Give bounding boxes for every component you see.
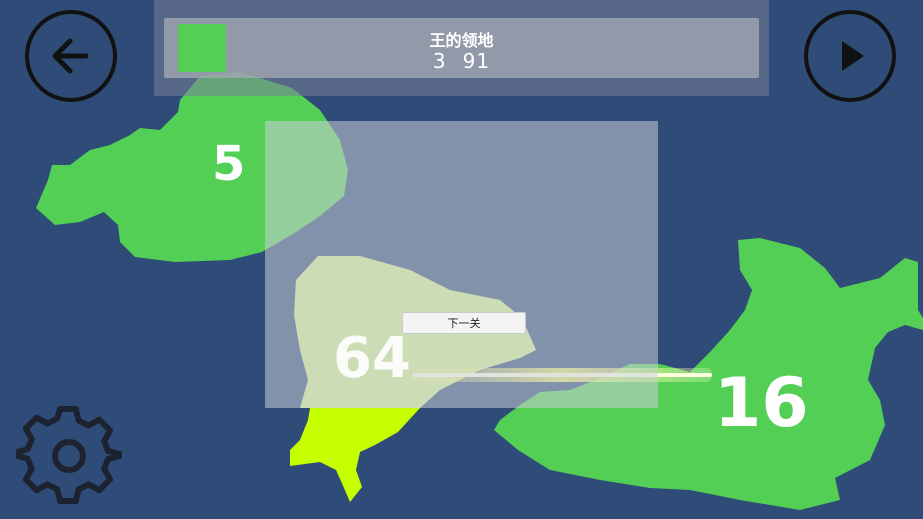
level-complete-dialog [265,121,658,408]
territory-stats: 3 91 [164,49,759,73]
back-button[interactable] [25,10,117,102]
territory-title: 王的领地 [429,31,494,50]
territory-info-box: 王的领地 3 91 [164,18,759,78]
territory-south-tip[interactable] [290,408,420,502]
region-count-west: 5 [212,136,246,192]
top-status-bar: 王的领地 3 91 [154,0,769,96]
play-button[interactable] [804,10,896,102]
region-count-east: 16 [714,364,809,443]
gear-icon [15,405,123,504]
stat-right: 91 [462,49,491,73]
arrow-left-icon [52,38,89,74]
play-icon [842,41,864,71]
stat-left: 3 [432,49,447,73]
region-count-center: 64 [333,326,411,391]
settings-button[interactable] [15,404,123,508]
next-level-button[interactable]: 下一关 [402,312,526,334]
